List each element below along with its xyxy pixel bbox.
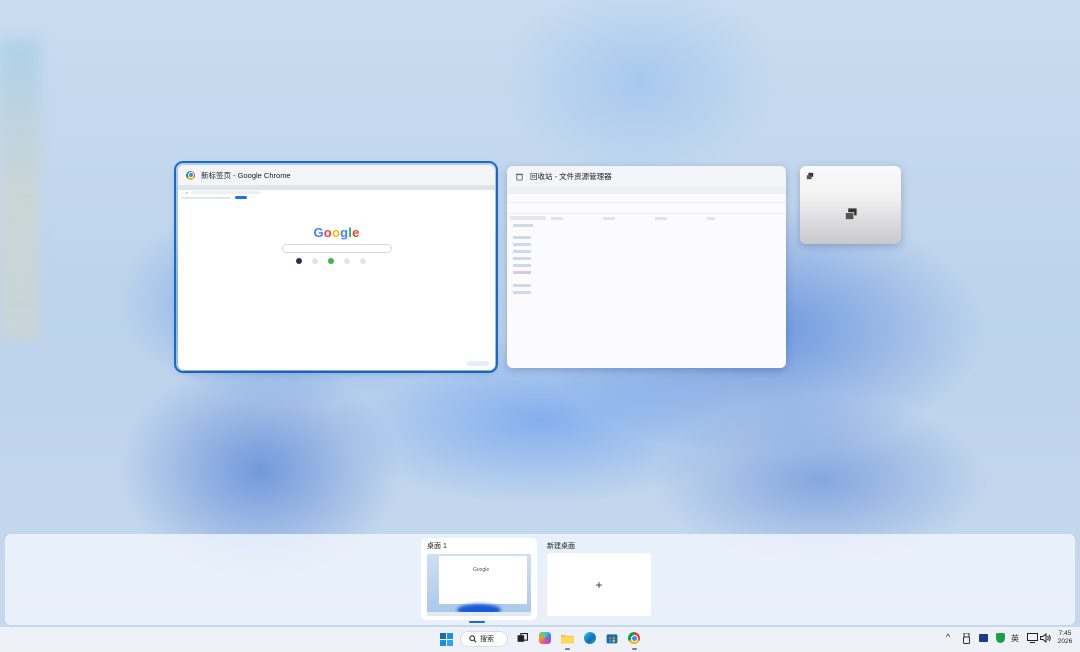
chrome-taskbar-icon[interactable] — [628, 632, 640, 644]
desktop-1-card[interactable]: 桌面 1 Google — [421, 538, 537, 623]
clock[interactable]: 7:45 2026 — [1054, 630, 1076, 646]
explorer-window-title: 回收站 - 文件资源管理器 — [530, 171, 612, 181]
running-indicator — [632, 648, 637, 650]
taskbar: 搜索 ^ 英 7:45 2026 — [0, 627, 1080, 652]
input-language[interactable]: 英 — [1011, 633, 1019, 644]
task-view-icon[interactable] — [517, 633, 528, 644]
add-icon: + — [595, 577, 603, 592]
running-indicator — [565, 648, 570, 650]
new-desktop-label: 新建桌面 — [547, 543, 575, 550]
explorer-page-preview — [507, 186, 786, 368]
task-view-screen: 新标签页 - Google Chrome ‹ › ↻ Google 回收站 - … — [0, 0, 1080, 652]
volume-icon[interactable] — [1040, 633, 1051, 643]
chrome-window-title: 新标签页 - Google Chrome — [201, 170, 291, 180]
display-icon[interactable] — [1027, 633, 1038, 643]
clock-time: 7:45 — [1058, 630, 1072, 637]
edge-icon[interactable] — [584, 632, 596, 644]
app-window-icon — [806, 172, 814, 180]
usb-icon[interactable] — [963, 633, 970, 644]
explorer-window-header: 回收站 - 文件资源管理器 — [507, 166, 786, 186]
start-button[interactable] — [440, 633, 453, 646]
desktop-1-label: 桌面 1 — [427, 543, 447, 550]
taskbar-search[interactable]: 搜索 — [460, 631, 508, 647]
desktop-1-preview: Google — [427, 554, 531, 616]
chrome-page-preview: ‹ › ↻ Google — [178, 185, 495, 370]
chrome-window-header: 新标签页 - Google Chrome — [178, 165, 495, 185]
new-desktop-button[interactable]: + — [547, 553, 651, 616]
explorer-window-thumbnail[interactable]: 回收站 - 文件资源管理器 — [507, 166, 786, 368]
shield-icon[interactable] — [996, 633, 1005, 643]
google-logo: Google — [313, 225, 360, 240]
search-icon — [469, 635, 477, 643]
blurred-desktop-icons — [0, 40, 40, 340]
recycle-bin-icon — [515, 173, 524, 181]
chrome-icon — [186, 170, 195, 180]
search-label: 搜索 — [480, 636, 494, 643]
shortcut-tiles — [296, 258, 366, 264]
third-window-thumbnail[interactable] — [800, 166, 901, 244]
chrome-window-thumbnail[interactable]: 新标签页 - Google Chrome ‹ › ↻ Google — [178, 165, 495, 370]
virtual-desktops-strip: 桌面 1 Google 新建桌面 + — [5, 534, 1075, 625]
app-tray-icon[interactable] — [979, 634, 988, 642]
google-search-box[interactable] — [282, 244, 392, 253]
clock-date: 2026 — [1057, 638, 1073, 645]
new-desktop-card[interactable]: 新建桌面 + — [545, 538, 655, 620]
app-window-icon-large — [845, 208, 857, 220]
file-explorer-icon[interactable] — [561, 632, 574, 644]
copilot-icon[interactable] — [539, 632, 551, 644]
store-icon[interactable] — [606, 632, 618, 644]
chevron-up-icon[interactable]: ^ — [946, 632, 950, 642]
